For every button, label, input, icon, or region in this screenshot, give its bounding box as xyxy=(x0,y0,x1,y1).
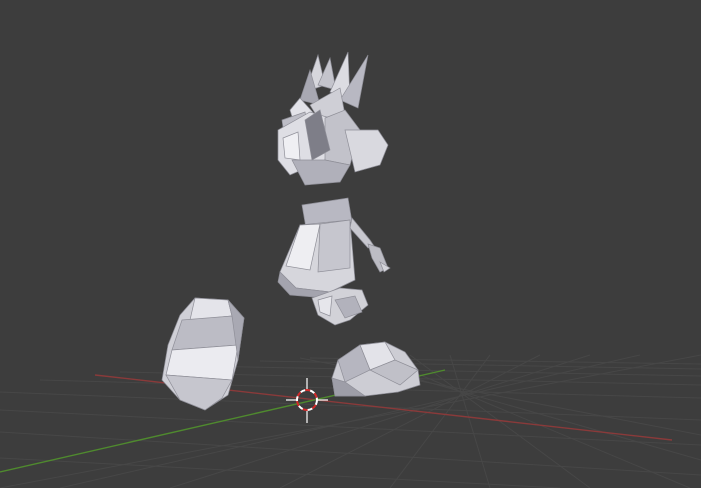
torso-mesh[interactable] xyxy=(277,197,356,299)
3d-viewport[interactable] xyxy=(0,0,701,488)
head-mesh[interactable] xyxy=(277,109,389,186)
3d-cursor-icon[interactable] xyxy=(286,378,328,423)
arm-mesh[interactable] xyxy=(349,217,391,273)
right-foot-mesh[interactable] xyxy=(331,341,421,397)
viewport-canvas[interactable] xyxy=(0,0,701,488)
left-foot-mesh[interactable] xyxy=(161,297,245,411)
